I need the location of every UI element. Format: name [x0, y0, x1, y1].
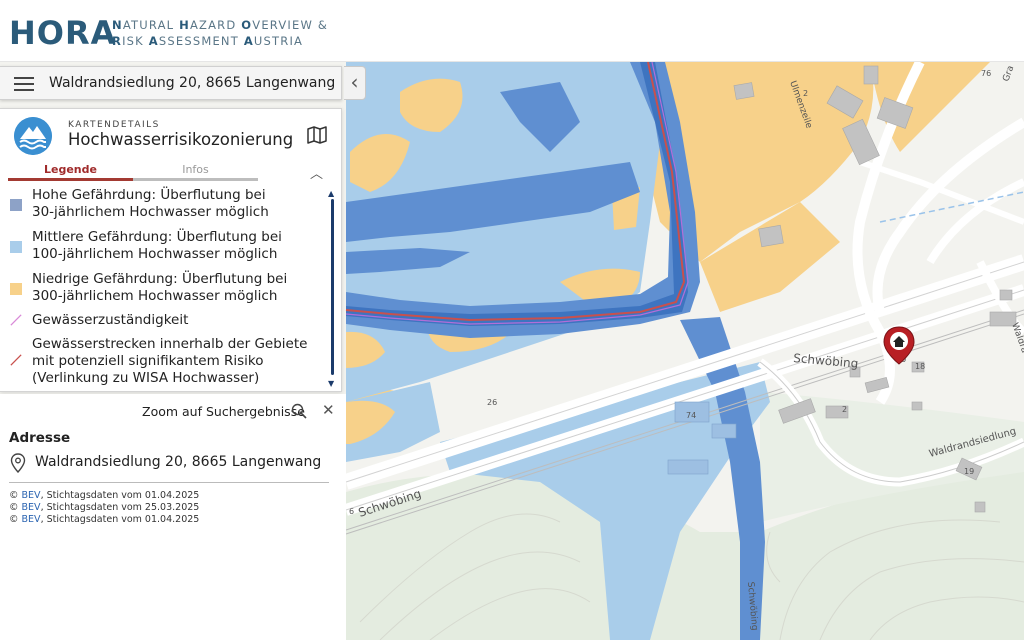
map-icon[interactable] — [306, 125, 328, 145]
scroll-up-arrow-icon[interactable]: ▲ — [328, 189, 334, 198]
house-number-26: 26 — [487, 398, 497, 407]
search-icon[interactable] — [291, 403, 307, 419]
legend-swatch-risk-line-icon — [10, 354, 22, 366]
tab-inactive-indicator — [133, 178, 258, 181]
address-result-link[interactable]: Waldrandsiedlung 20, 8665 Langenwang — [35, 454, 321, 470]
tab-active-indicator — [8, 178, 133, 181]
house-number-2b: 2 — [842, 405, 847, 414]
legend-line: Gewässerstrecken innerhalb der Gebiete — [32, 336, 308, 352]
flood-layer-icon — [14, 117, 52, 155]
house-number-6: 6 — [349, 507, 354, 516]
legend-line: 30-jährlichem Hochwasser möglich — [32, 204, 269, 220]
bev-link[interactable]: BEV — [22, 502, 41, 513]
legend-item-medium-hazard: Mittlere Gefährdung: Überflutung bei 100-… — [8, 229, 326, 265]
legend-line: Niedrige Gefährdung: Überflutung bei — [32, 271, 288, 287]
source-attribution: © BEV, Stichtagsdaten vom 01.04.2025 — [9, 514, 200, 525]
search-bar[interactable]: Waldrandsiedlung 20, 8665 Langenwang — [0, 66, 342, 100]
house-number-76: 76 — [981, 69, 991, 78]
search-input[interactable]: Waldrandsiedlung 20, 8665 Langenwang — [49, 75, 335, 91]
legend-line: Hohe Gefährdung: Überflutung bei — [32, 187, 266, 203]
details-tabs: Legende Infos ︿ — [8, 163, 330, 183]
map-details-panel: KARTENDETAILS Hochwasserrisikozonierung … — [0, 108, 342, 392]
legend-line: (Verlinkung zu WISA Hochwasser) — [32, 370, 260, 386]
logo-subtitle-line2: RISK ASSESSMENT AUSTRIA — [112, 34, 304, 48]
collapse-panel-chevron-left-icon[interactable]: ‹ — [344, 66, 366, 100]
legend-line: Gewässerzuständigkeit — [32, 312, 189, 328]
legend-item-high-hazard: Hohe Gefährdung: Überflutung bei 30-jährl… — [8, 187, 326, 223]
house-number-19: 19 — [964, 467, 974, 476]
legend-item-low-hazard: Niedrige Gefährdung: Überflutung bei 300-… — [8, 271, 326, 307]
house-number-74: 74 — [686, 411, 696, 420]
legend-item-jurisdiction: Gewässerzuständigkeit — [8, 312, 326, 332]
details-section-label: KARTENDETAILS — [68, 120, 160, 130]
bev-link[interactable]: BEV — [22, 514, 41, 525]
layer-title: Hochwasserrisikozonierung — [68, 130, 294, 149]
legend-line: 100-jährlichem Hochwasser möglich — [32, 246, 278, 262]
legend-line: Mittlere Gefährdung: Überflutung bei — [32, 229, 282, 245]
scroll-down-arrow-icon[interactable]: ▼ — [328, 379, 334, 388]
hamburger-menu-icon[interactable] — [14, 76, 34, 92]
scrollbar-thumb[interactable] — [331, 199, 334, 375]
chevron-up-icon[interactable]: ︿ — [310, 163, 323, 182]
zoom-to-results-label[interactable]: Zoom auf Suchergebnisse — [142, 404, 305, 419]
logo-subtitle-line1: NATURAL HAZARD OVERVIEW & — [112, 18, 329, 32]
source-attribution: © BEV, Stichtagsdaten vom 25.03.2025 — [9, 502, 200, 513]
legend-line: mit potenziell signifikantem Risiko — [32, 353, 264, 369]
legend-swatch-jurisdiction-line-icon — [10, 314, 22, 326]
bev-link[interactable]: BEV — [22, 490, 41, 501]
legend-swatch-medium — [10, 241, 22, 253]
address-heading: Adresse — [9, 430, 71, 446]
house-number-2a: 2 — [803, 89, 808, 98]
legend-line: 300-jährlichem Hochwasser möglich — [32, 288, 278, 304]
location-marker-icon — [10, 453, 26, 474]
divider — [9, 482, 329, 483]
legend-swatch-high — [10, 199, 22, 211]
close-icon[interactable]: ✕ — [322, 401, 335, 419]
legend-item-risk-river[interactable]: Gewässerstrecken innerhalb der Gebiete mi… — [8, 336, 326, 390]
search-results-panel: Zoom auf Suchergebnisse ✕ Adresse Waldra… — [0, 394, 346, 640]
hora-logo[interactable]: HORA — [9, 14, 116, 52]
hora-app: HORA NATURAL HAZARD OVERVIEW & RISK ASSE… — [0, 0, 1024, 640]
house-number-18: 18 — [915, 362, 925, 371]
legend-swatch-low — [10, 283, 22, 295]
header: HORA NATURAL HAZARD OVERVIEW & RISK ASSE… — [0, 0, 1024, 62]
source-attribution: © BEV, Stichtagsdaten vom 01.04.2025 — [9, 490, 200, 501]
